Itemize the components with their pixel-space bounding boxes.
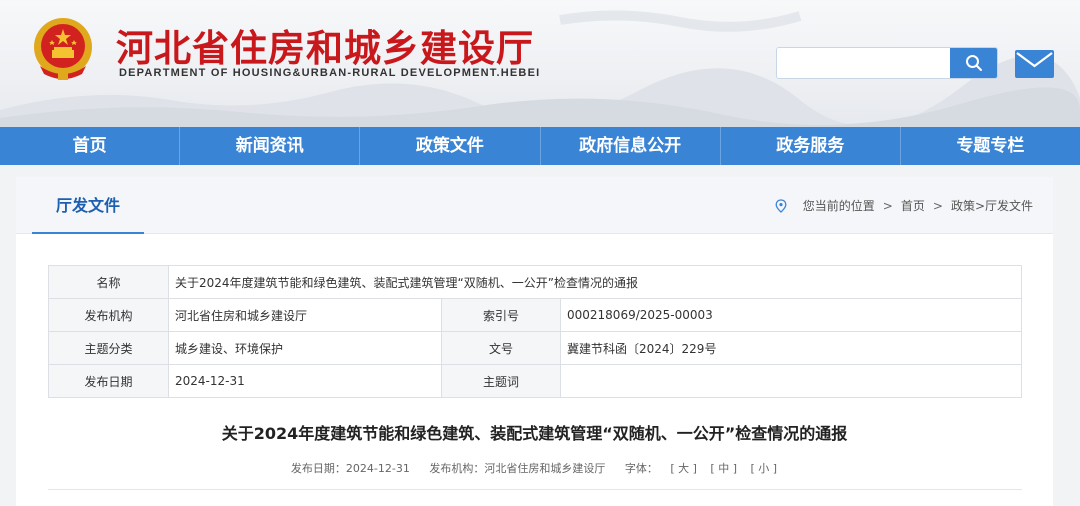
breadcrumb-current-link[interactable]: 政策>厅发文件 (951, 197, 1033, 214)
keywords-label: 主题词 (441, 364, 561, 398)
divider (48, 489, 1022, 490)
docno-label: 文号 (441, 331, 561, 365)
site-header: 河北省住房和城乡建设厅 DEPARTMENT OF HOUSING&URBAN-… (0, 0, 1080, 127)
nav-item-home[interactable]: 首页 (0, 127, 181, 165)
search-input[interactable] (777, 48, 951, 78)
site-title: 河北省住房和城乡建设厅 (116, 27, 534, 70)
font-large-button[interactable]: [ 大 ] (670, 462, 697, 475)
nav-item-news[interactable]: 新闻资讯 (180, 127, 361, 165)
breadcrumb-label: 您当前的位置 (802, 199, 875, 213)
issuer-label: 发布机构 (48, 298, 169, 332)
location-pin-icon (775, 198, 787, 213)
date-value: 2024-12-31 (168, 364, 442, 398)
article-date: 发布日期：2024-12-31 (290, 462, 410, 475)
keywords-value (560, 364, 1022, 398)
issuer-value: 河北省住房和城乡建设厅 (168, 298, 442, 332)
search-box (776, 47, 998, 79)
name-value: 关于2024年度建筑节能和绿色建筑、装配式建筑管理“双随机、一公开”检查情况的通… (168, 265, 1022, 299)
date-label: 发布日期 (48, 364, 169, 398)
mail-icon[interactable] (1015, 50, 1054, 78)
breadcrumb-separator: > (882, 198, 893, 213)
index-value: 000218069/2025-00003 (560, 298, 1022, 332)
breadcrumb-home-link[interactable]: 首页 (901, 197, 925, 214)
index-label: 索引号 (441, 298, 561, 332)
main-nav: 首页 新闻资讯 政策文件 政府信息公开 政务服务 专题专栏 (0, 127, 1080, 165)
article-meta: 发布日期：2024-12-31 发布机构：河北省住房和城乡建设厅 字体： [ 大… (16, 460, 1053, 476)
table-row: 发布日期 2024-12-31 主题词 (48, 364, 1022, 398)
font-size-label: 字体： (624, 462, 658, 475)
font-small-button[interactable]: [ 小 ] (751, 462, 778, 475)
article-issuer: 发布机构：河北省住房和城乡建设厅 (429, 462, 606, 475)
nav-item-services[interactable]: 政务服务 (721, 127, 901, 165)
article-title: 关于2024年度建筑节能和绿色建筑、装配式建筑管理“双随机、一公开”检查情况的通… (221, 424, 848, 443)
panel-title: 厅发文件 (32, 177, 144, 234)
nav-item-topics[interactable]: 专题专栏 (901, 127, 1080, 165)
topic-label: 主题分类 (48, 331, 169, 365)
docno-value: 冀建节科函〔2024〕229号 (560, 331, 1022, 365)
nav-item-policy[interactable]: 政策文件 (360, 127, 541, 165)
document-meta-table: 名称 关于2024年度建筑节能和绿色建筑、装配式建筑管理“双随机、一公开”检查情… (48, 265, 1022, 398)
search-button[interactable] (950, 48, 997, 78)
panel-header: 厅发文件 您当前的位置 > 首页 > 政策>厅发文件 (16, 177, 1053, 234)
table-row: 发布机构 河北省住房和城乡建设厅 索引号 000218069/2025-0000… (48, 298, 1022, 332)
topic-value: 城乡建设、环境保护 (168, 331, 442, 365)
breadcrumb: 您当前的位置 > 首页 > 政策>厅发文件 (775, 197, 1033, 214)
content-panel: 厅发文件 您当前的位置 > 首页 > 政策>厅发文件 名称 关于2024年度建筑… (16, 177, 1053, 506)
font-medium-button[interactable]: [ 中 ] (710, 462, 737, 475)
national-emblem-icon (34, 18, 92, 80)
name-label: 名称 (48, 265, 169, 299)
site-subtitle: DEPARTMENT OF HOUSING&URBAN-RURAL DEVELO… (119, 67, 541, 79)
nav-item-info-disclosure[interactable]: 政府信息公开 (541, 127, 721, 165)
table-row: 主题分类 城乡建设、环境保护 文号 冀建节科函〔2024〕229号 (48, 331, 1022, 365)
search-icon (965, 55, 982, 71)
breadcrumb-separator: > (932, 198, 943, 213)
table-row: 名称 关于2024年度建筑节能和绿色建筑、装配式建筑管理“双随机、一公开”检查情… (48, 265, 1022, 299)
